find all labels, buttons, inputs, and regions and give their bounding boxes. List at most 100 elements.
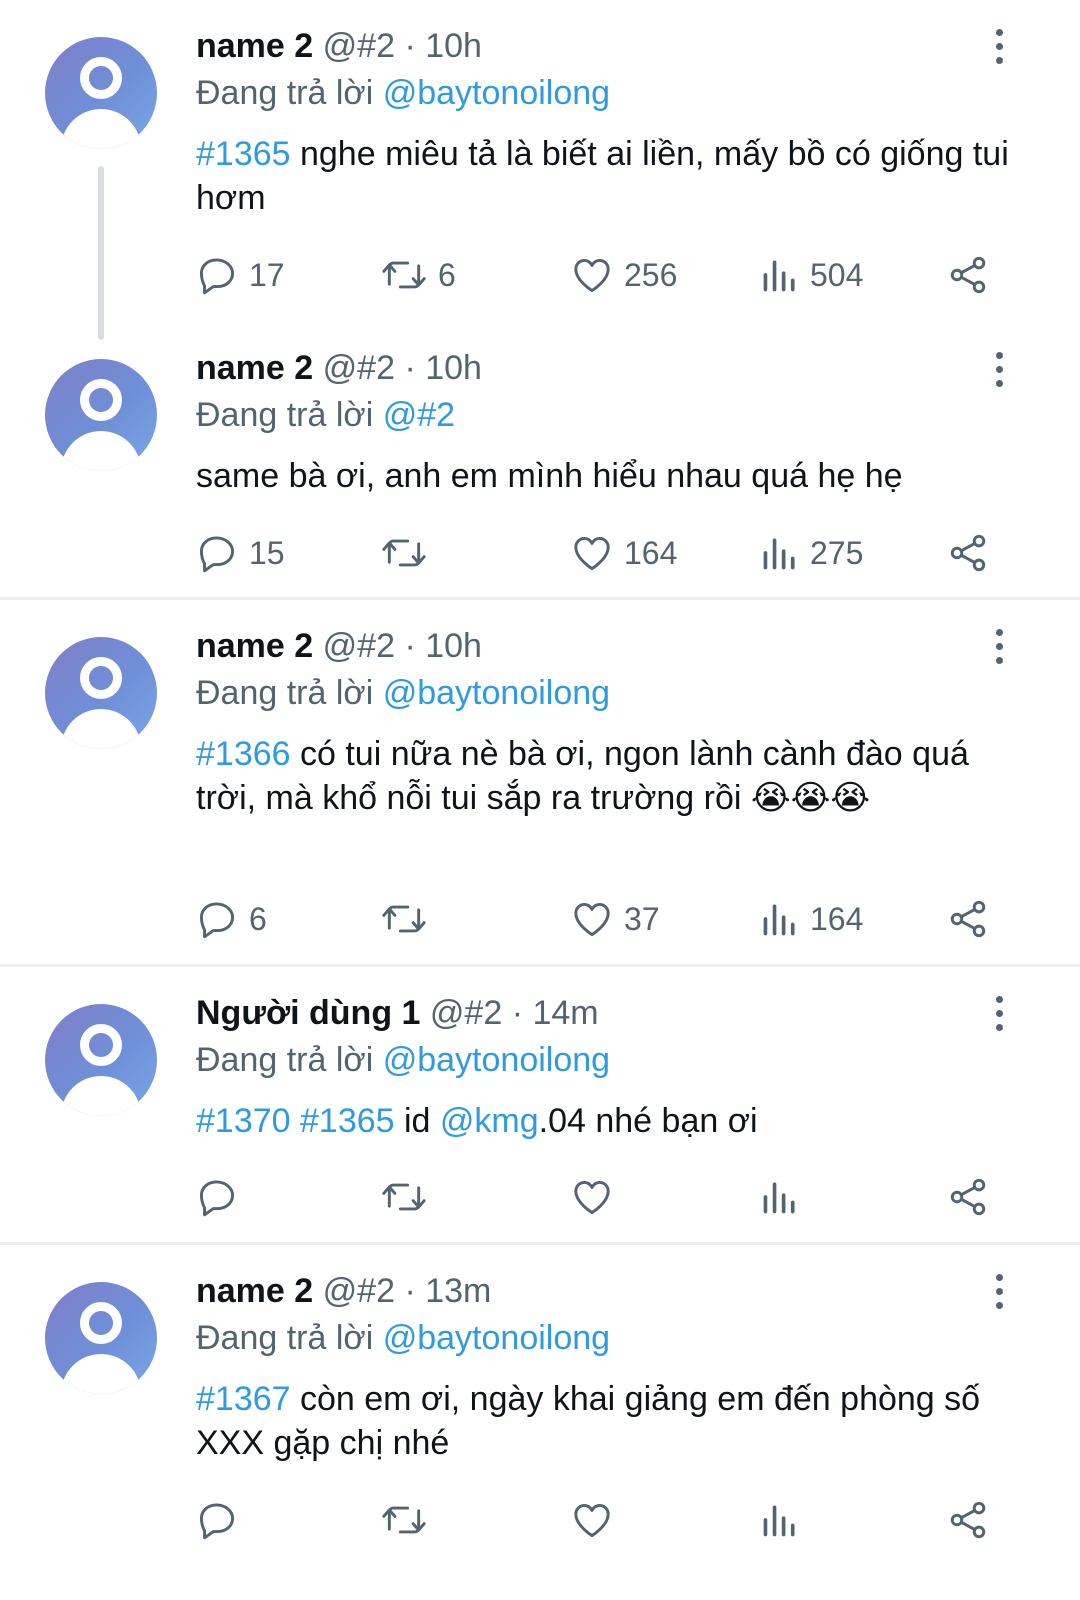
like-button[interactable]	[570, 1175, 624, 1219]
post-text-content: nghe miêu tả là biết ai liền, mấy bồ có …	[196, 135, 1009, 217]
share-button[interactable]	[946, 1498, 990, 1542]
post-header: name 2 @#2 · 13m	[196, 1270, 491, 1312]
views-button[interactable]	[760, 1498, 810, 1542]
avatar[interactable]	[45, 1004, 157, 1116]
repost-icon	[382, 539, 426, 567]
post-time[interactable]: 10h	[425, 627, 482, 665]
separator-dot: ·	[404, 627, 416, 665]
reply-button[interactable]: 17	[195, 253, 285, 297]
share-button[interactable]	[946, 897, 990, 941]
replying-to-mention[interactable]: @baytonoilong	[383, 1319, 610, 1357]
author-handle[interactable]: @#2	[430, 994, 502, 1032]
reply-post[interactable]: name 2 @#2 · 13m Đang trả lời @baytonoil…	[0, 1245, 1080, 1600]
reply-button[interactable]	[195, 1498, 249, 1542]
avatar-head-icon	[80, 1024, 122, 1066]
post-text: same bà ơi, anh em mình hiểu nhau quá hẹ…	[196, 454, 1016, 498]
reply-button[interactable]: 15	[195, 531, 285, 575]
hashtag-link[interactable]: #1370	[196, 1102, 291, 1140]
post-text-content: .04 nhé bạn ơi	[538, 1102, 758, 1140]
post-text: #1370 #1365 id @kmg.04 nhé bạn ơi	[196, 1099, 1016, 1143]
replying-to-label: Đang trả lời	[196, 1041, 374, 1079]
post-text: #1367 còn em ơi, ngày khai giảng em đến …	[196, 1377, 1016, 1465]
hashtag-link[interactable]: #1365	[300, 1102, 395, 1140]
repost-button[interactable]	[380, 1175, 438, 1219]
author-name[interactable]: name 2	[196, 627, 313, 665]
reply-post[interactable]: Người dùng 1 @#2 · 14m Đang trả lời @bay…	[0, 967, 1080, 1242]
reply-post[interactable]: name 2 @#2 · 10h Đang trả lời @#2 same b…	[0, 340, 1080, 598]
views-count: 164	[810, 900, 864, 937]
repost-count: 6	[438, 256, 456, 293]
avatar[interactable]	[45, 37, 157, 149]
reply-icon	[199, 258, 235, 295]
hashtag-link[interactable]: #1365	[196, 135, 291, 173]
share-button[interactable]	[946, 531, 990, 575]
more-options-icon[interactable]	[988, 1272, 1012, 1312]
like-button[interactable]: 164	[570, 531, 677, 575]
views-icon	[763, 538, 795, 570]
avatar[interactable]	[45, 359, 157, 471]
avatar-body-icon	[61, 431, 141, 471]
reply-button[interactable]	[195, 1175, 249, 1219]
replying-to-mention[interactable]: @baytonoilong	[383, 1041, 610, 1079]
author-name[interactable]: name 2	[196, 349, 313, 387]
mention-link[interactable]: @kmg	[440, 1102, 539, 1140]
like-button[interactable]	[570, 1498, 624, 1542]
author-name[interactable]: name 2	[196, 27, 313, 65]
repost-button[interactable]	[380, 531, 438, 575]
more-options-icon[interactable]	[988, 27, 1012, 67]
post-time[interactable]: 14m	[532, 994, 598, 1032]
repost-icon	[382, 1183, 426, 1211]
repost-icon	[382, 261, 426, 289]
views-button[interactable]: 504	[760, 253, 863, 297]
views-icon	[763, 1505, 795, 1537]
crying-face-emoji: 😭😭😭	[750, 778, 871, 818]
replying-to-mention[interactable]: @baytonoilong	[383, 674, 610, 712]
author-name[interactable]: name 2	[196, 1272, 313, 1310]
reply-button[interactable]: 6	[195, 897, 267, 941]
reply-icon	[199, 902, 235, 939]
share-button[interactable]	[946, 1175, 990, 1219]
more-options-icon[interactable]	[988, 994, 1012, 1034]
replying-to-label: Đang trả lời	[196, 674, 374, 712]
avatar-head-icon	[80, 1302, 122, 1344]
post-time[interactable]: 13m	[425, 1272, 491, 1310]
post-header: name 2 @#2 · 10h	[196, 25, 482, 67]
more-options-icon[interactable]	[988, 350, 1012, 390]
views-button[interactable]: 275	[760, 531, 863, 575]
hashtag-link[interactable]: #1367	[196, 1380, 291, 1418]
avatar[interactable]	[45, 1282, 157, 1394]
post-time[interactable]: 10h	[425, 349, 482, 387]
repost-icon	[382, 1506, 426, 1534]
share-button[interactable]	[946, 253, 990, 297]
reply-post[interactable]: name 2 @#2 · 10h Đang trả lời @baytonoil…	[0, 600, 1080, 964]
separator-dot: ·	[404, 27, 416, 65]
avatar[interactable]	[45, 637, 157, 749]
repost-button[interactable]	[380, 1498, 438, 1542]
views-button[interactable]: 164	[760, 897, 863, 941]
post-text: #1365 nghe miêu tả là biết ai liền, mấy …	[196, 132, 1016, 220]
views-icon	[763, 904, 795, 936]
author-handle[interactable]: @#2	[323, 627, 395, 665]
replying-to-mention[interactable]: @baytonoilong	[383, 74, 610, 112]
replying-to-label: Đang trả lời	[196, 396, 374, 434]
hashtag-link[interactable]: #1366	[196, 735, 291, 773]
like-button[interactable]: 256	[570, 253, 677, 297]
avatar-head-icon	[80, 657, 122, 699]
replying-to-mention[interactable]: @#2	[383, 396, 455, 434]
author-handle[interactable]: @#2	[323, 27, 395, 65]
author-handle[interactable]: @#2	[323, 1272, 395, 1310]
like-button[interactable]: 37	[570, 897, 660, 941]
repost-button[interactable]: 6	[380, 253, 456, 297]
reply-icon	[199, 1180, 235, 1217]
repost-button[interactable]	[380, 897, 438, 941]
avatar-head-icon	[80, 379, 122, 421]
reply-post[interactable]: name 2 @#2 · 10h Đang trả lời @baytonoil…	[0, 0, 1080, 340]
replying-to: Đang trả lời @baytonoilong	[196, 672, 610, 714]
more-options-icon[interactable]	[988, 627, 1012, 667]
post-time[interactable]: 10h	[425, 27, 482, 65]
share-icon	[950, 900, 986, 938]
views-button[interactable]	[760, 1175, 810, 1219]
author-handle[interactable]: @#2	[323, 349, 395, 387]
author-name[interactable]: Người dùng 1	[196, 994, 420, 1032]
post-text-content: id	[394, 1102, 440, 1140]
